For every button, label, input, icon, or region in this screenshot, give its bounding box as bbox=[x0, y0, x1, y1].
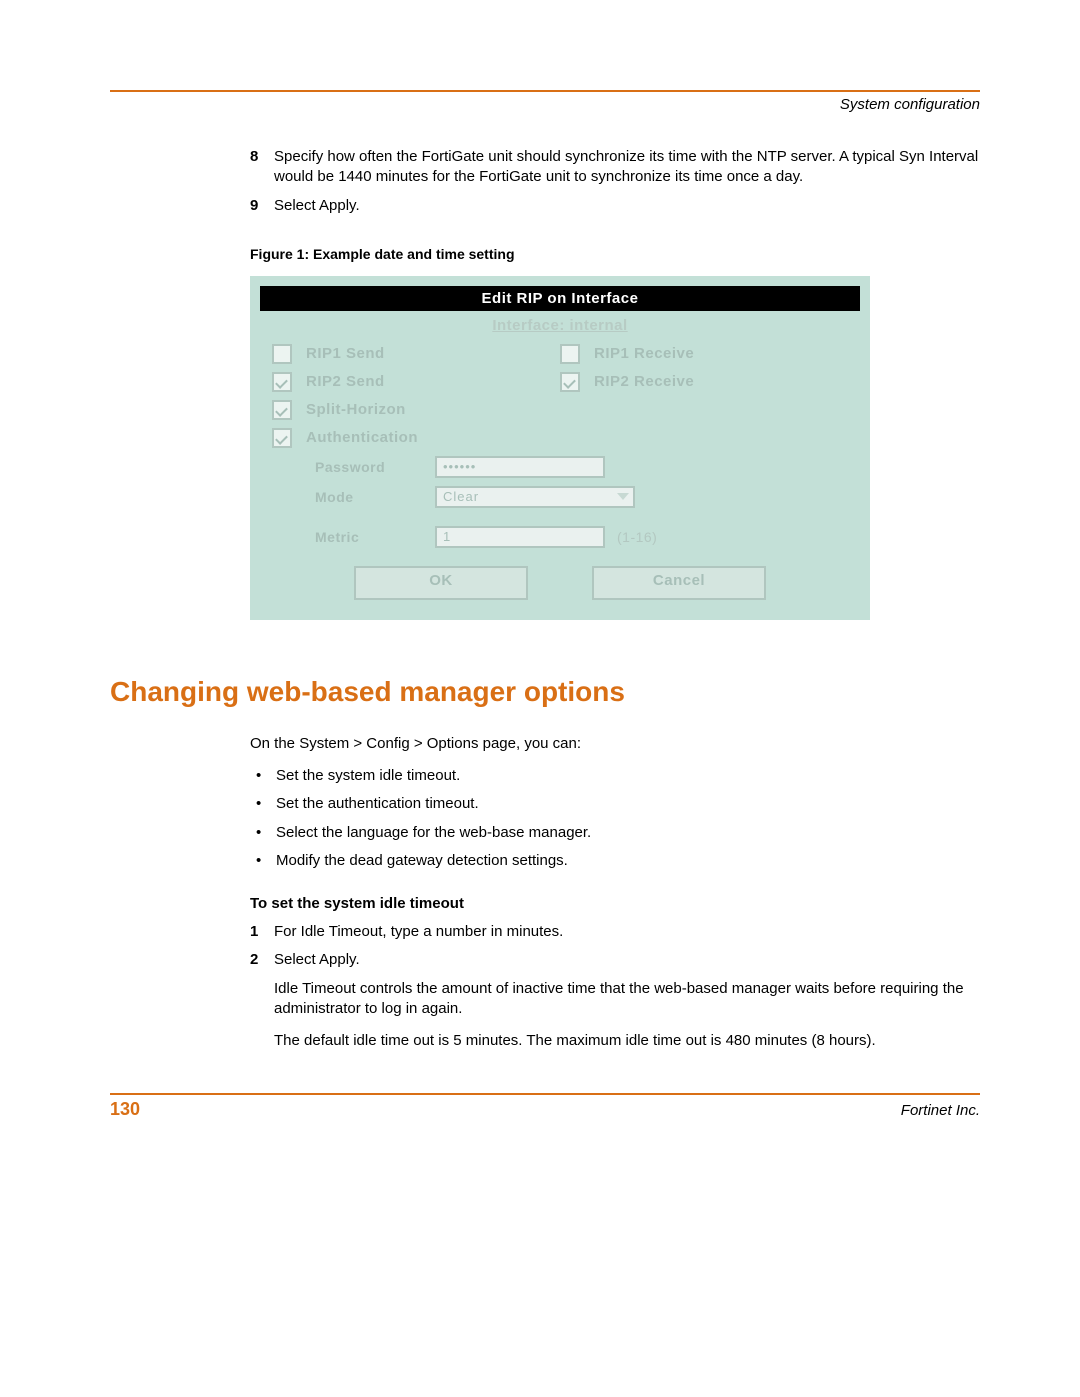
ok-button[interactable]: OK bbox=[354, 566, 528, 600]
password-label: Password bbox=[315, 459, 435, 475]
subheading: To set the system idle timeout bbox=[250, 895, 980, 912]
checkbox-label: Split-Horizon bbox=[306, 401, 406, 418]
step-1: 1 For Idle Timeout, type a number in min… bbox=[250, 922, 980, 942]
password-field[interactable] bbox=[435, 456, 605, 478]
bullet-item: Select the language for the web-base man… bbox=[250, 823, 980, 843]
after-para-1: Idle Timeout controls the amount of inac… bbox=[274, 979, 980, 1020]
checkbox-label: RIP2 Receive bbox=[594, 373, 694, 390]
checkbox-rip1-receive[interactable] bbox=[560, 344, 580, 364]
step-num: 1 bbox=[250, 922, 274, 942]
checkbox-label: RIP1 Receive bbox=[594, 345, 694, 362]
step-text: Specify how often the FortiGate unit sho… bbox=[274, 147, 980, 188]
step-9: 9 Select Apply. bbox=[250, 196, 980, 216]
bullet-item: Modify the dead gateway detection settin… bbox=[250, 851, 980, 871]
dialog-title: Edit RIP on Interface bbox=[260, 286, 860, 311]
after-para-2: The default idle time out is 5 minutes. … bbox=[274, 1031, 980, 1051]
top-rule bbox=[110, 90, 980, 92]
dialog-subtitle: Interface: internal bbox=[260, 311, 860, 340]
metric-hint: (1-16) bbox=[617, 529, 657, 545]
checkbox-label: RIP1 Send bbox=[306, 345, 385, 362]
bullet-item: Set the system idle timeout. bbox=[250, 766, 980, 786]
step-text: Select Apply. bbox=[274, 196, 980, 216]
checkbox-label: Authentication bbox=[306, 429, 418, 446]
step-text: For Idle Timeout, type a number in minut… bbox=[274, 922, 980, 942]
footer-company: Fortinet Inc. bbox=[901, 1102, 980, 1119]
checkbox-authentication[interactable] bbox=[272, 428, 292, 448]
bottom-rule bbox=[110, 1093, 980, 1095]
checkbox-label: RIP2 Send bbox=[306, 373, 385, 390]
cancel-button[interactable]: Cancel bbox=[592, 566, 766, 600]
metric-label: Metric bbox=[315, 529, 435, 545]
section-heading: Changing web-based manager options bbox=[110, 676, 980, 708]
step-num: 9 bbox=[250, 196, 274, 216]
intro-text: On the System > Config > Options page, y… bbox=[250, 734, 980, 754]
checkbox-split-horizon[interactable] bbox=[272, 400, 292, 420]
step-8: 8 Specify how often the FortiGate unit s… bbox=[250, 147, 980, 188]
page-number: 130 bbox=[110, 1099, 140, 1120]
step-num: 2 bbox=[250, 950, 274, 970]
figure-caption: Figure 1: Example date and time setting bbox=[250, 246, 980, 262]
step-num: 8 bbox=[250, 147, 274, 167]
mode-select[interactable] bbox=[435, 486, 635, 508]
header-section-label: System configuration bbox=[110, 96, 980, 113]
checkbox-rip2-send[interactable] bbox=[272, 372, 292, 392]
metric-field[interactable] bbox=[435, 526, 605, 548]
bullet-item: Set the authentication timeout. bbox=[250, 794, 980, 814]
checkbox-rip2-receive[interactable] bbox=[560, 372, 580, 392]
mode-label: Mode bbox=[315, 489, 435, 505]
checkbox-rip1-send[interactable] bbox=[272, 344, 292, 364]
step-text: Select Apply. bbox=[274, 950, 980, 970]
step-2: 2 Select Apply. bbox=[250, 950, 980, 970]
figure-screenshot: Edit RIP on Interface Interface: interna… bbox=[250, 276, 870, 620]
